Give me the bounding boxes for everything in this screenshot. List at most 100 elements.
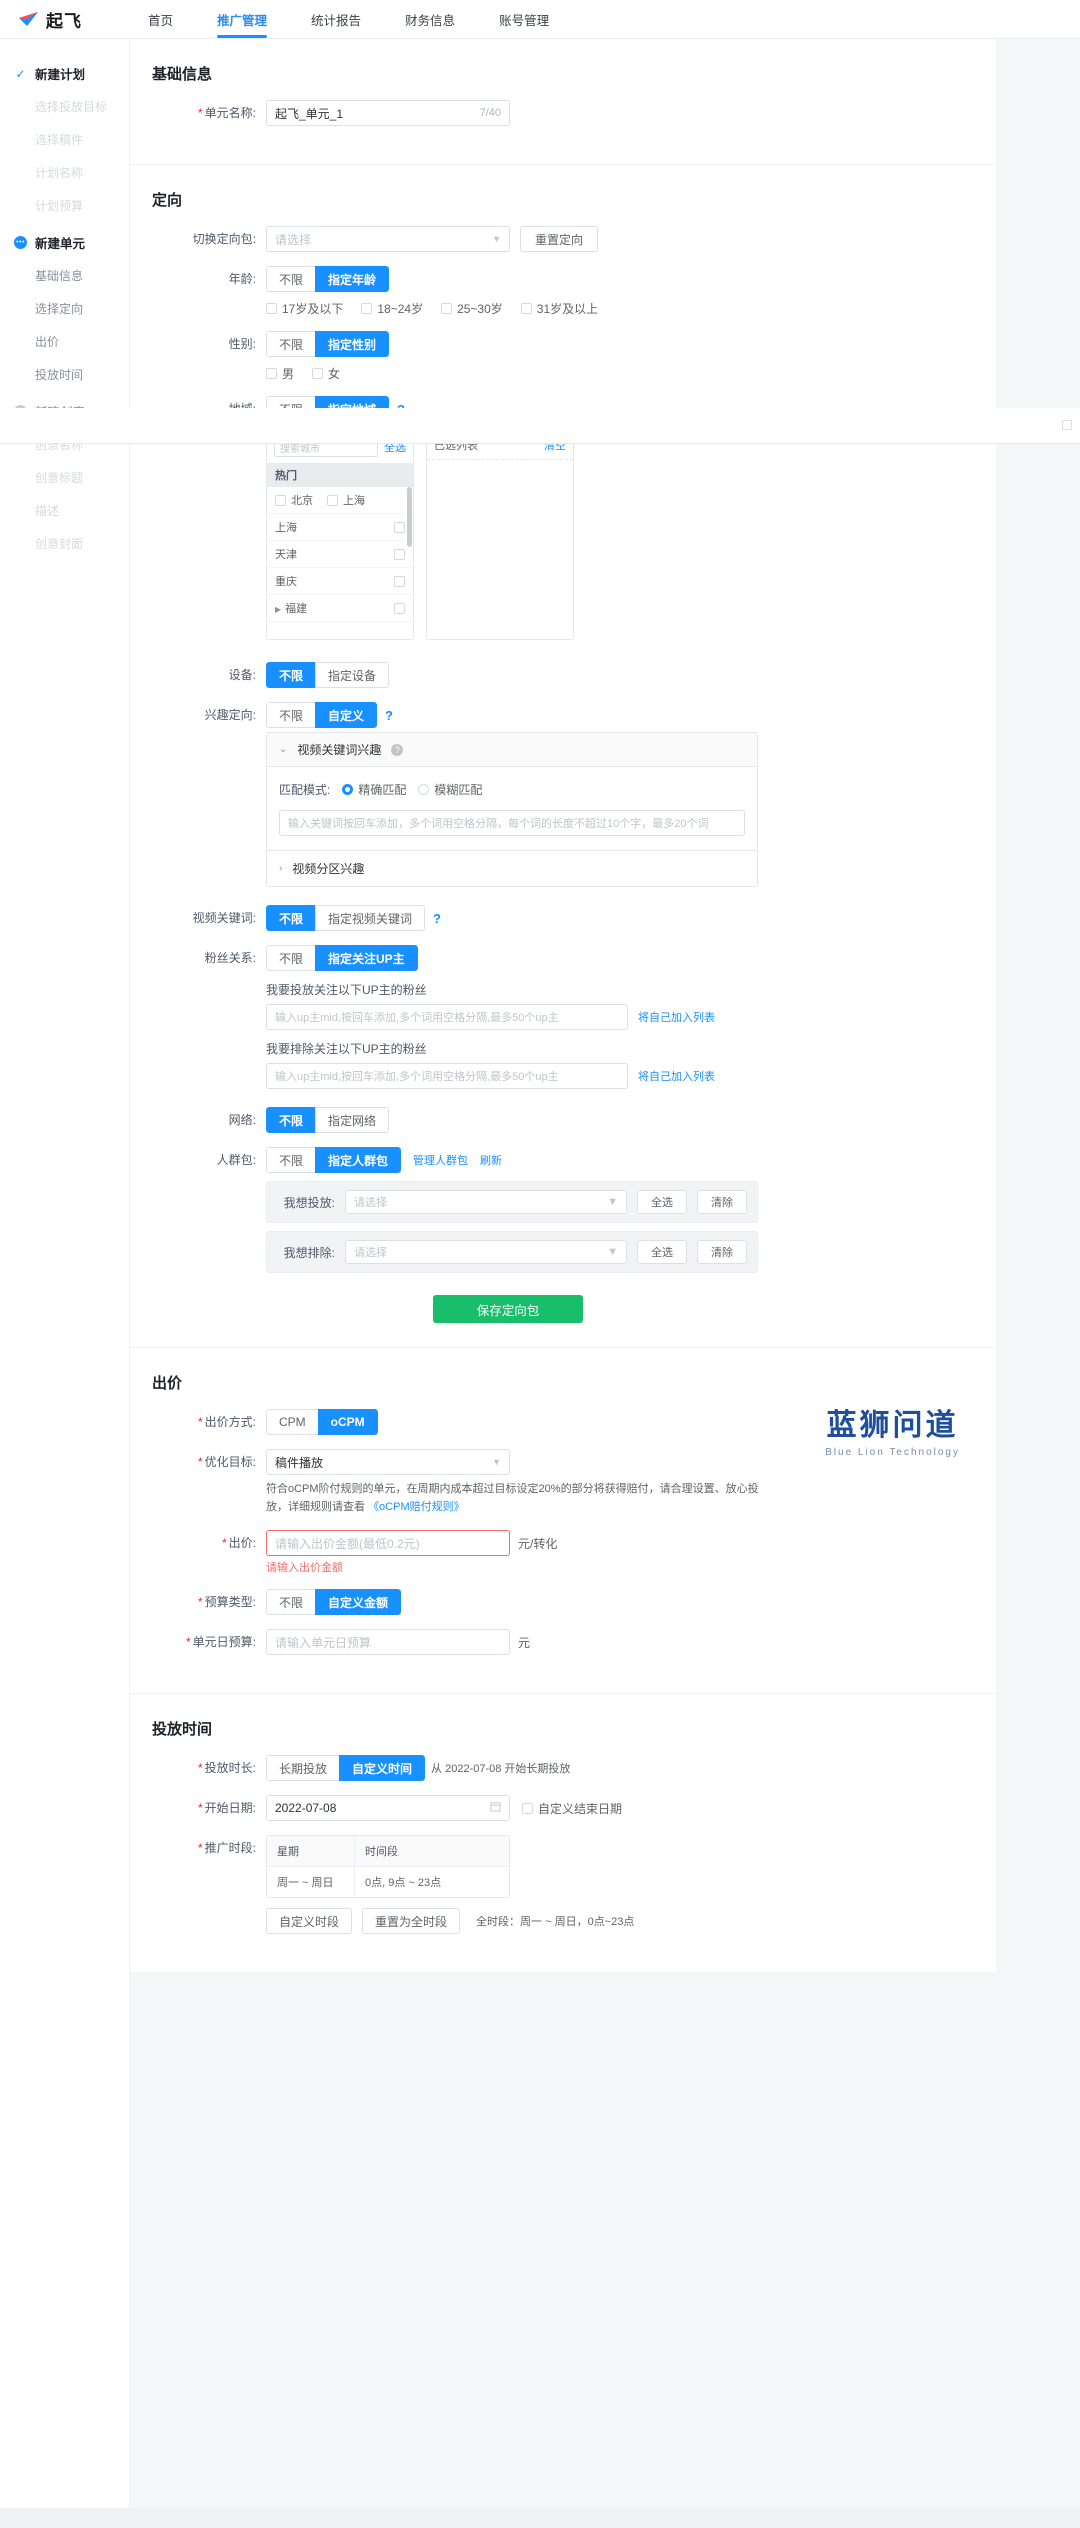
video-zone-interest-header[interactable]: › 视频分区兴趣 [267,850,757,886]
age-checkbox-31plus[interactable]: 31岁及以上 [520,300,598,317]
fans-option-specific-up[interactable]: 指定关注UP主 [315,945,418,971]
match-radio-fuzzy[interactable]: 模糊匹配 [418,781,482,798]
crowd-option-unlimited[interactable]: 不限 [266,1147,317,1173]
fans-include-line: 输入up主mid,按回车添加,多个词用空格分隔,最多50个up主 将自己加入列表 [266,1004,996,1030]
sidebar-item-plan-name[interactable]: 计划名称 [0,156,129,189]
age-checkbox-under17[interactable]: 17岁及以下 [266,300,343,317]
sidebar-item-description[interactable]: 描述 [0,494,129,527]
fans-include-self-link[interactable]: 将自己加入列表 [638,1009,715,1025]
crowd-exclude-select[interactable]: 请选择 ▼ [345,1240,627,1264]
region-row-fujian[interactable]: ▶ 福建 [267,594,413,621]
city-checkbox-shanghai[interactable]: 上海 [327,492,365,508]
crowd-include-all-button[interactable]: 全选 [637,1190,687,1214]
checkbox-icon[interactable] [394,602,405,614]
bid-method-option-ocpm[interactable]: oCPM [317,1409,378,1435]
reset-time-slot-button[interactable]: 重置为全时段 [362,1908,461,1935]
crowd-include-clear-button[interactable]: 清除 [697,1190,747,1214]
video-keyword-option-unlimited[interactable]: 不限 [266,905,317,931]
sidebar-item-targeting[interactable]: 选择定向 [0,292,129,325]
unit-name-input[interactable]: 起飞_单元_1 7/40 [266,100,510,126]
sidebar-item-bidding[interactable]: 出价 [0,325,129,358]
chevron-right-icon[interactable]: ▶ [275,605,281,614]
interest-option-custom[interactable]: 自定义 [315,702,378,728]
age-checkbox-25-30[interactable]: 25~30岁 [441,300,503,317]
budget-type-option-custom[interactable]: 自定义金额 [315,1589,402,1616]
sidebar-item-creative-title[interactable]: 创意标题 [0,461,129,494]
duration-option-custom[interactable]: 自定义时间 [339,1755,426,1782]
manage-crowd-link[interactable]: 管理人群包 [413,1152,468,1168]
sidebar-item-plan-budget[interactable]: 计划预算 [0,189,129,222]
video-keyword-interest-header[interactable]: ⌄ 视频关键词兴趣 ? [267,733,757,767]
crowd-exclude-all-button[interactable]: 全选 [637,1240,687,1264]
gender-option-specific[interactable]: 指定性别 [315,331,390,357]
sidebar-item-new-plan[interactable]: ✓ 新建计划 [0,57,129,90]
network-option-unlimited[interactable]: 不限 [266,1107,317,1133]
chevron-right-icon[interactable]: › [279,863,282,874]
refresh-crowd-link[interactable]: 刷新 [480,1152,502,1168]
sidebar-item-new-unit[interactable]: ••• 新建单元 [0,226,129,259]
age-option-unlimited[interactable]: 不限 [266,266,317,292]
device-option-specific[interactable]: 指定设备 [315,662,390,688]
bid-method-option-cpm[interactable]: CPM [266,1409,319,1435]
nav-item-home[interactable]: 首页 [126,0,195,38]
sidebar-item-select-goal[interactable]: 选择投放目标 [0,90,129,123]
save-targeting-package-button[interactable]: 保存定向包 [433,1295,583,1323]
crowd-exclude-clear-button[interactable]: 清除 [697,1240,747,1264]
video-keyword-option-specific[interactable]: 指定视频关键词 [315,905,426,931]
region-row-chongqing[interactable]: 重庆 [267,567,413,594]
interest-option-unlimited[interactable]: 不限 [266,702,317,728]
nav-item-reports[interactable]: 统计报告 [289,0,383,38]
region-row-tianjin[interactable]: 天津 [267,540,413,567]
required-mark: * [197,1841,203,1856]
crowd-option-specific[interactable]: 指定人群包 [315,1147,402,1173]
device-option-unlimited[interactable]: 不限 [266,662,317,688]
optimize-goal-select[interactable]: 稿件播放 ▼ [266,1449,510,1475]
checkbox-icon[interactable] [394,548,405,560]
gender-checkbox-female[interactable]: 女 [312,365,340,382]
age-option-specific[interactable]: 指定年龄 [315,266,390,292]
custom-time-slot-button[interactable]: 自定义时段 [266,1908,353,1935]
help-icon[interactable]: ? [391,743,404,756]
city-list[interactable]: 北京 上海 上海 天津 重庆 ▶ 福建 ▶广东 [267,487,413,629]
fans-option-unlimited[interactable]: 不限 [266,945,317,971]
video-keyword-help-icon[interactable]: ? [433,911,441,926]
keyword-input[interactable]: 输入关键词按回车添加，多个词用空格分隔，每个词的长度不超过10个字，最多20个词 [279,810,745,836]
crowd-exclude-label: 我想排除: [283,1245,335,1260]
match-radio-exact[interactable]: 精确匹配 [342,781,406,798]
bid-amount-input[interactable]: 请输入出价金额(最低0.2元) [266,1530,510,1557]
targeting-package-select[interactable]: 请选择 ▼ [266,226,510,252]
checkbox-icon[interactable] [394,575,405,587]
sidebar-item-schedule[interactable]: 投放时间 [0,358,129,391]
checkbox-icon[interactable] [394,521,405,533]
nav-item-finance[interactable]: 财务信息 [383,0,477,38]
start-date-input[interactable]: 2022-07-08 [266,1795,510,1822]
chevron-down-icon[interactable]: ⌄ [279,744,287,755]
gender-checkbox-male[interactable]: 男 [266,365,294,382]
city-checkbox-beijing[interactable]: 北京 [275,492,313,508]
interest-help-icon[interactable]: ? [385,708,393,723]
sidebar-item-creative-cover[interactable]: 创意封面 [0,527,129,560]
duration-option-longterm[interactable]: 长期投放 [266,1755,341,1782]
crowd-include-select[interactable]: 请选择 ▼ [345,1190,627,1214]
daily-budget-input[interactable]: 请输入单元日预算 [266,1629,510,1656]
city-list-scrollbar[interactable] [407,487,412,547]
fans-exclude-self-link[interactable]: 将自己加入列表 [638,1068,715,1084]
age-checkbox-18-24[interactable]: 18~24岁 [361,300,423,317]
panel-title: 视频分区兴趣 [292,862,365,876]
reset-targeting-button[interactable]: 重置定向 [520,226,599,252]
nav-item-promotion[interactable]: 推广管理 [195,0,289,38]
sidebar-item-select-content[interactable]: 选择稿件 [0,123,129,156]
network-option-specific[interactable]: 指定网络 [315,1107,390,1133]
custom-end-date-checkbox[interactable]: 自定义结束日期 [522,1800,622,1817]
gender-option-unlimited[interactable]: 不限 [266,331,317,357]
sidebar-item-basic-info[interactable]: 基础信息 [0,259,129,292]
region-row-guangdong[interactable]: ▶广东 [267,621,413,629]
region-row-shanghai[interactable]: 上海 [267,513,413,540]
budget-type-option-unlimited[interactable]: 不限 [266,1589,317,1616]
main-content: 基础信息 *单元名称: 起飞_单元_1 7/40 定向 切换定向包: 请选择 [130,39,1080,1973]
fans-include-input[interactable]: 输入up主mid,按回车添加,多个词用空格分隔,最多50个up主 [266,1004,628,1030]
brand-logo[interactable]: 起飞 [0,0,96,38]
ocpm-rules-link[interactable]: 《oCPM赔付规则》 [368,1501,465,1513]
nav-item-account[interactable]: 账号管理 [477,0,571,38]
fans-exclude-input[interactable]: 输入up主mid,按回车添加,多个词用空格分隔,最多50个up主 [266,1063,628,1089]
